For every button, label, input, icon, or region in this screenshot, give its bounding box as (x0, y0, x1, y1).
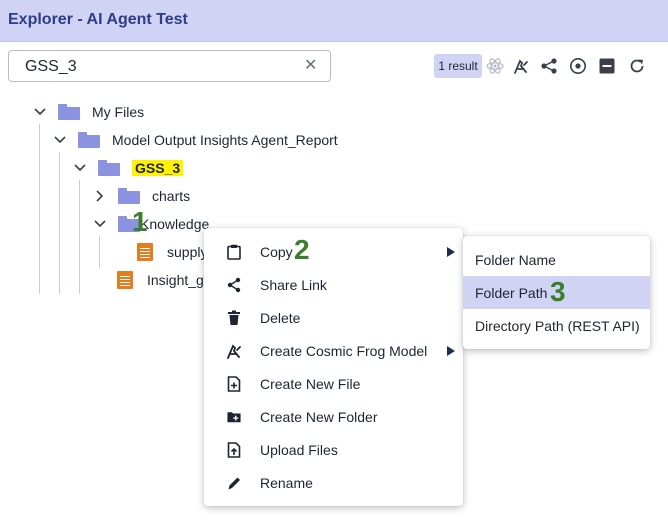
menu-item-create-new-file[interactable]: Create New File (204, 367, 463, 400)
chevron-down-icon[interactable] (32, 104, 48, 120)
menu-item-upload-files[interactable]: Upload Files (204, 433, 463, 466)
menu-item-create-new-folder[interactable]: Create New Folder (204, 400, 463, 433)
result-count-badge: 1 result (434, 54, 482, 78)
tree-item-supply-file[interactable]: supply (137, 238, 207, 266)
new-file-icon (227, 375, 241, 392)
refresh-icon[interactable] (627, 56, 647, 76)
new-folder-icon (227, 409, 241, 425)
tree-item-insight-file[interactable]: Insight_g (117, 266, 204, 294)
clear-search-icon[interactable]: ✕ (304, 58, 318, 74)
submenu-item-directory-path[interactable]: Directory Path (REST API) (463, 309, 650, 342)
tree-guide-line (39, 124, 40, 294)
title-bar: Explorer - AI Agent Test (0, 0, 668, 42)
submenu-arrow-icon (447, 247, 455, 257)
tree-item-knowledge[interactable]: Knowledge (92, 210, 209, 238)
tree-item-label: supply (167, 244, 208, 260)
folder-icon (118, 188, 140, 204)
upload-icon (227, 441, 241, 458)
window-title: Explorer - AI Agent Test (8, 11, 188, 28)
collapse-icon[interactable] (597, 56, 617, 76)
tree-guide-line (59, 152, 60, 294)
atom-icon[interactable] (485, 56, 505, 76)
menu-item-copy[interactable]: Copy (204, 235, 463, 268)
chevron-down-icon[interactable] (52, 132, 68, 148)
step-marker-3: 3 (550, 276, 566, 307)
file-icon (117, 271, 133, 289)
tree-item-label: Model Output Insights Agent_Report (112, 132, 338, 148)
trash-icon (227, 310, 241, 326)
search-input[interactable] (25, 57, 295, 77)
step-marker-1: 1 (132, 206, 148, 237)
submenu-item-label: Folder Path (475, 284, 548, 301)
chevron-down-icon[interactable] (72, 160, 88, 176)
tree-item-label: charts (152, 188, 191, 204)
frog-icon[interactable] (511, 56, 531, 76)
folder-icon (58, 104, 80, 120)
submenu-arrow-icon (447, 346, 455, 356)
search-box[interactable]: ✕ (8, 50, 331, 82)
menu-item-share-link[interactable]: Share Link (204, 268, 463, 301)
target-icon[interactable] (568, 56, 588, 76)
tree-guide-line (99, 236, 100, 268)
tree-item-label-highlighted: GSS_3 (132, 160, 184, 176)
folder-icon (98, 160, 120, 176)
tree-item-label: My Files (92, 104, 145, 120)
chevron-down-icon[interactable] (92, 216, 108, 232)
menu-item-rename[interactable]: Rename (204, 466, 463, 499)
tree-item-label: Knowledge (140, 216, 210, 232)
file-icon (137, 243, 153, 261)
frog-icon (227, 343, 241, 359)
menu-item-delete[interactable]: Delete (204, 301, 463, 334)
context-menu: Copy Share Link Delete Create Cosmic Fro… (204, 228, 463, 506)
tree-item-gss3[interactable]: GSS_3 (72, 154, 184, 182)
tree-item-my-files[interactable]: My Files (32, 98, 144, 126)
tree-item-label: Insight_g (147, 272, 204, 288)
chevron-right-icon[interactable] (92, 188, 108, 204)
menu-item-create-cosmic-frog-model[interactable]: Create Cosmic Frog Model (204, 334, 463, 367)
folder-icon (78, 132, 100, 148)
step-marker-2: 2 (294, 234, 310, 265)
share-icon (227, 277, 241, 293)
tree-guide-line (79, 180, 80, 294)
tree-item-report-folder[interactable]: Model Output Insights Agent_Report (52, 126, 338, 154)
pencil-icon (227, 475, 241, 491)
share-icon[interactable] (539, 56, 559, 76)
clipboard-icon (227, 244, 241, 260)
submenu-item-folder-name[interactable]: Folder Name (463, 243, 650, 276)
